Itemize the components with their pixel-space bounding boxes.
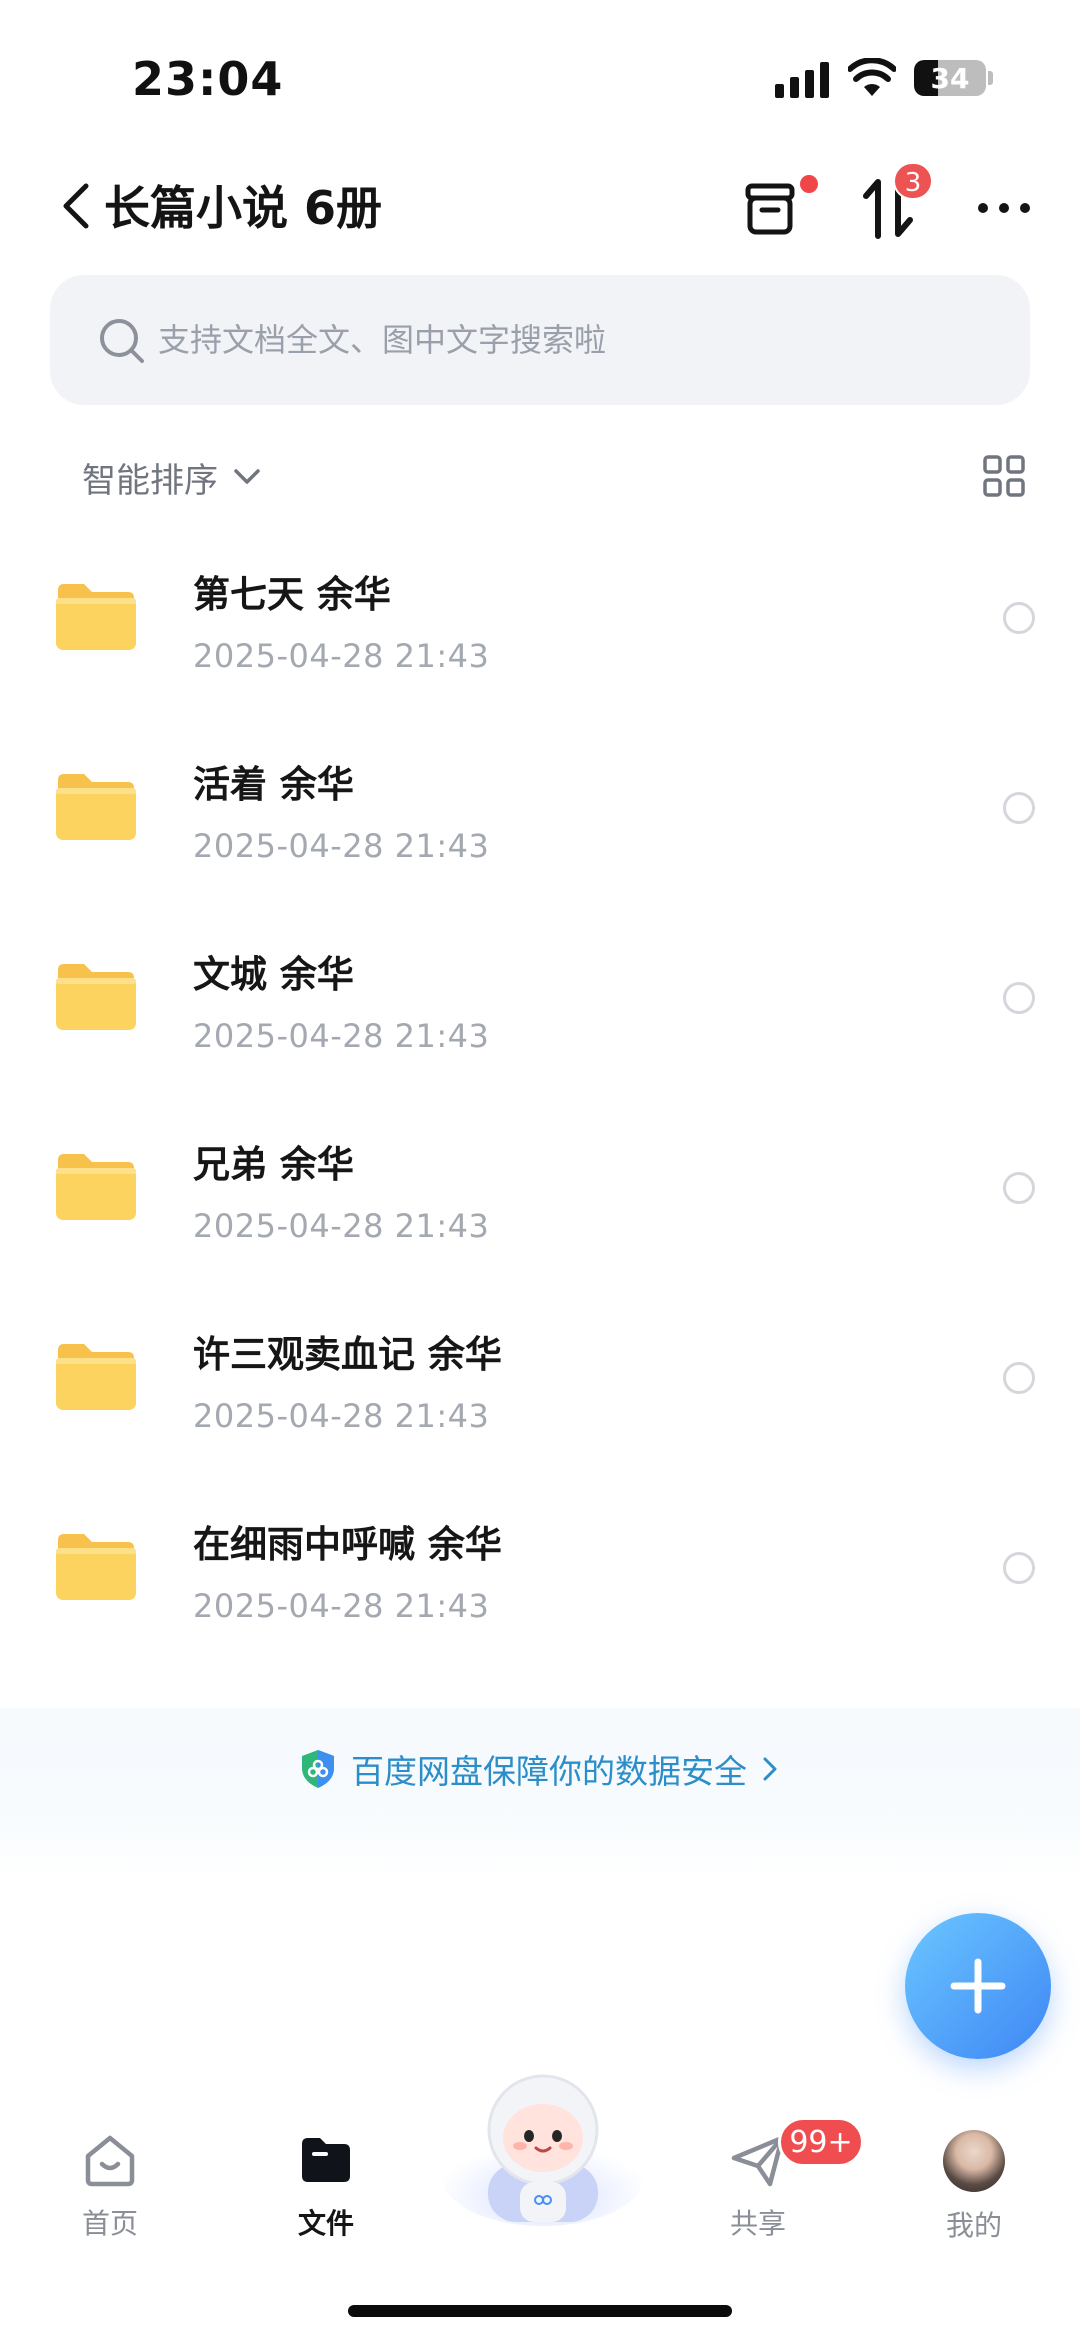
- file-date: 2025-04-28 21:43: [193, 1017, 490, 1055]
- notification-dot: [800, 175, 818, 193]
- file-name: 兄弟 余华: [193, 1143, 354, 1186]
- battery-level: 34: [930, 62, 970, 95]
- file-date: 2025-04-28 21:43: [193, 1397, 490, 1435]
- select-checkbox[interactable]: [1003, 982, 1035, 1014]
- select-checkbox[interactable]: [1003, 792, 1035, 824]
- list-item[interactable]: 文城 余华 2025-04-28 21:43: [0, 905, 1080, 1095]
- transfer-badge: 3: [893, 162, 933, 200]
- battery-icon: 34: [914, 60, 986, 96]
- folder-icon: [56, 1344, 136, 1410]
- sort-dropdown[interactable]: 智能排序: [82, 452, 262, 502]
- chevron-right-icon: [763, 1757, 777, 1781]
- tab-home[interactable]: 首页: [30, 2130, 190, 2260]
- select-checkbox[interactable]: [1003, 1552, 1035, 1584]
- plus-icon: [950, 1958, 1006, 2014]
- search-input[interactable]: [158, 305, 998, 375]
- battery-cap: [988, 71, 993, 85]
- add-button[interactable]: [905, 1913, 1051, 2059]
- select-checkbox[interactable]: [1003, 602, 1035, 634]
- list-item[interactable]: 第七天 余华 2025-04-28 21:43: [0, 525, 1080, 715]
- file-name: 许三观卖血记 余华: [193, 1333, 502, 1376]
- folder-icon: [56, 964, 136, 1030]
- tab-mine-label: 我的: [945, 2209, 1002, 2242]
- list-item[interactable]: 许三观卖血记 余华 2025-04-28 21:43: [0, 1285, 1080, 1475]
- folder-icon: [56, 774, 136, 840]
- file-date: 2025-04-28 21:43: [193, 1587, 490, 1625]
- shield-icon: [302, 1750, 334, 1788]
- select-checkbox[interactable]: [1003, 1172, 1035, 1204]
- file-name: 活着 余华: [193, 763, 354, 806]
- page-title: 长篇小说 6册: [104, 181, 383, 235]
- folder-icon: [56, 1154, 136, 1220]
- mascot-icon[interactable]: [440, 2068, 646, 2228]
- status-bar: 23:04 34: [0, 0, 1080, 150]
- more-icon[interactable]: [976, 198, 1032, 218]
- recycle-bin-icon[interactable]: [742, 178, 804, 240]
- file-name: 在细雨中呼喊 余华: [193, 1523, 502, 1566]
- tab-bar: 首页 文件 共享 我的: [0, 2070, 1080, 2270]
- security-link[interactable]: 百度网盘保障你的数据安全: [0, 1744, 1080, 1794]
- select-checkbox[interactable]: [1003, 1362, 1035, 1394]
- security-text: 百度网盘保障你的数据安全: [351, 1752, 747, 1791]
- grid-view-icon[interactable]: [982, 454, 1026, 498]
- list-item[interactable]: 活着 余华 2025-04-28 21:43: [0, 715, 1080, 905]
- file-name: 第七天 余华: [193, 573, 391, 616]
- file-list: 第七天 余华 2025-04-28 21:43 活着 余华 2025-04-28…: [0, 525, 1080, 1665]
- tab-mine[interactable]: 我的: [894, 2130, 1054, 2260]
- file-date: 2025-04-28 21:43: [193, 637, 490, 675]
- folder-icon: [56, 1534, 136, 1600]
- folder-icon: [302, 2138, 350, 2182]
- folder-icon: [56, 584, 136, 650]
- home-indicator: [348, 2305, 732, 2317]
- avatar: [943, 2130, 1005, 2192]
- tab-home-label: 首页: [81, 2207, 138, 2240]
- file-name: 文城 余华: [193, 953, 354, 996]
- wifi-icon: [848, 58, 896, 96]
- home-icon: [85, 2135, 135, 2187]
- file-date: 2025-04-28 21:43: [193, 1207, 490, 1245]
- tab-files-label: 文件: [297, 2207, 354, 2240]
- sort-label: 智能排序: [82, 460, 218, 501]
- list-item[interactable]: 在细雨中呼喊 余华 2025-04-28 21:43: [0, 1475, 1080, 1665]
- tab-share-label: 共享: [729, 2207, 786, 2240]
- tab-files[interactable]: 文件: [246, 2130, 406, 2260]
- file-date: 2025-04-28 21:43: [193, 827, 490, 865]
- chevron-left-icon[interactable]: [56, 178, 96, 234]
- list-item[interactable]: 兄弟 余华 2025-04-28 21:43: [0, 1095, 1080, 1285]
- share-badge: 99+: [778, 2117, 864, 2167]
- signal-icon: [775, 62, 829, 98]
- search-bar[interactable]: [50, 275, 1030, 405]
- status-time: 23:04: [132, 52, 284, 106]
- search-icon: [100, 319, 144, 363]
- security-banner[interactable]: 百度网盘保障你的数据安全: [0, 1708, 1080, 1878]
- chevron-down-icon: [234, 469, 260, 484]
